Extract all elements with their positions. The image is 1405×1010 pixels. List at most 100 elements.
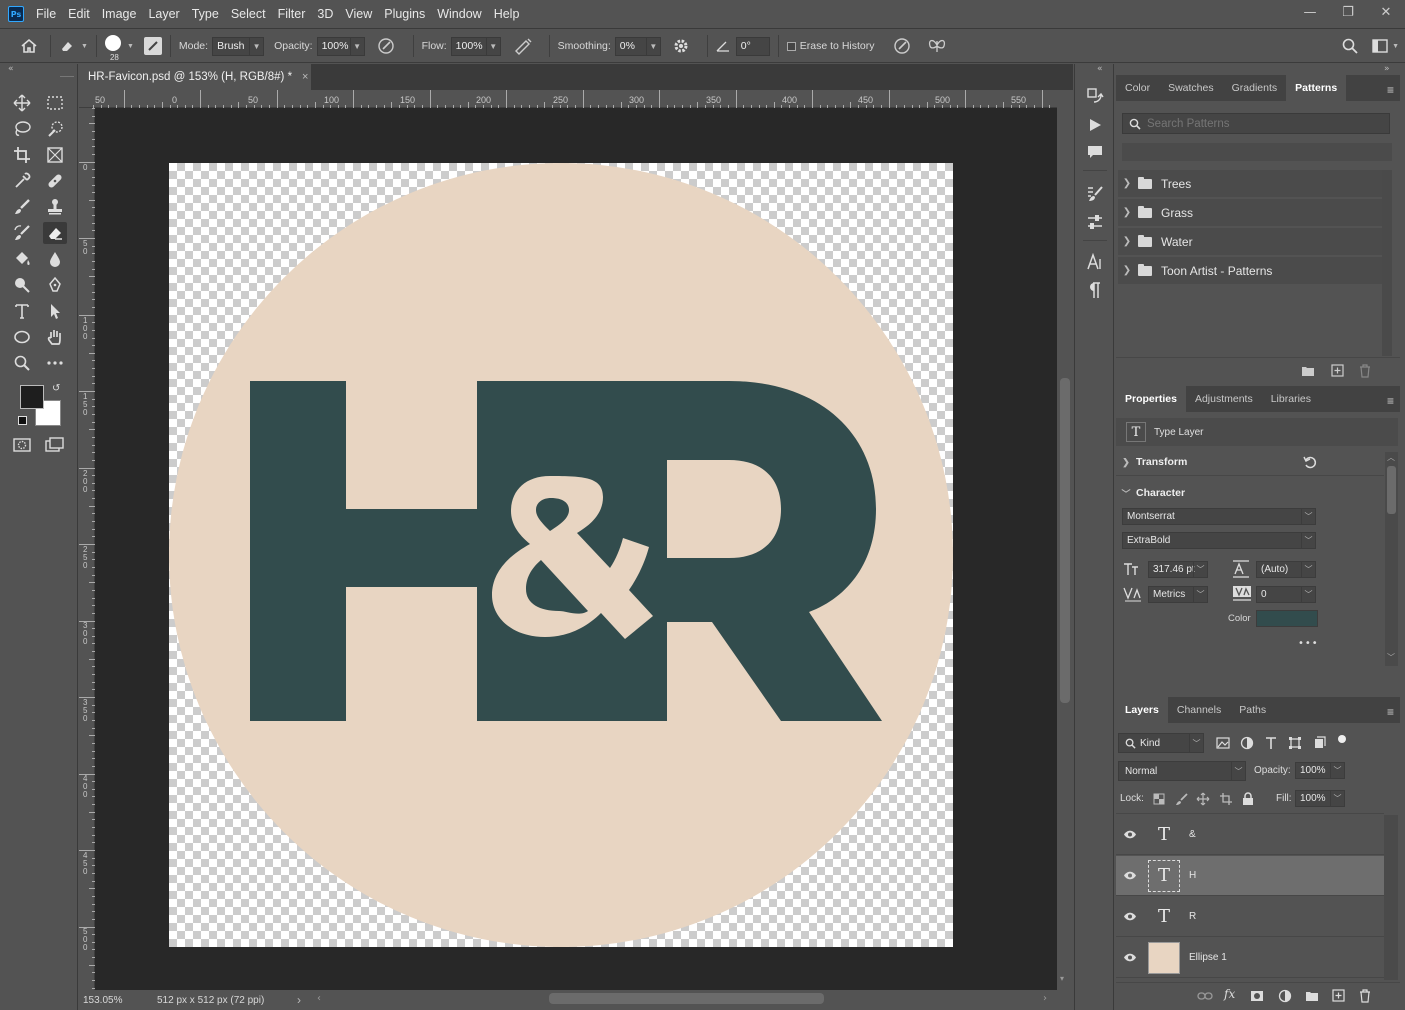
chevron-right-icon[interactable]: ❯ (1118, 178, 1136, 189)
paragraph-panel-icon[interactable] (1085, 280, 1105, 300)
menu-help[interactable]: Help (488, 7, 526, 21)
chevron-right-icon[interactable]: ❯ (1118, 236, 1136, 247)
lock-artboard-icon[interactable] (1219, 792, 1233, 806)
collapse-toolbar-icon[interactable]: « (8, 64, 14, 74)
menu-select[interactable]: Select (225, 7, 272, 21)
panel-menu-icon[interactable]: ≡ (1387, 705, 1394, 719)
scroll-up-arrow-icon[interactable]: ︿ (1387, 452, 1395, 463)
menu-window[interactable]: Window (431, 7, 487, 21)
font-family-select[interactable]: Montserrat ﹀ (1122, 508, 1316, 525)
vertical-ruler[interactable]: 0 5 0 1 0 0 1 5 0 2 0 0 2 5 0 3 0 0 3 5 … (79, 108, 95, 990)
smoothing-dropdown-icon[interactable]: ▼ (646, 36, 661, 56)
zoom-tool-icon[interactable] (10, 352, 34, 374)
mode-dropdown-icon[interactable]: ▼ (250, 36, 265, 56)
scroll-down-arrow-icon[interactable]: ﹀ (1387, 652, 1395, 663)
filter-adjustment-layers-icon[interactable] (1240, 736, 1254, 750)
tab-layers[interactable]: Layers (1116, 697, 1168, 723)
brush-settings-panel-icon[interactable] (1085, 184, 1105, 204)
minimize-button[interactable]: — (1291, 0, 1329, 24)
layers-scrollbar[interactable] (1384, 815, 1398, 980)
visibility-eye-icon[interactable] (1116, 912, 1144, 921)
filter-shape-layers-icon[interactable] (1288, 736, 1302, 750)
screen-mode-icon[interactable] (43, 434, 67, 456)
lock-transparent-pixels-icon[interactable] (1153, 793, 1165, 805)
erase-to-history-checkbox[interactable] (786, 41, 796, 51)
tab-patterns[interactable]: Patterns (1286, 75, 1347, 101)
scroll-right-arrow-icon[interactable]: › (1043, 993, 1047, 1004)
tab-swatches[interactable]: Swatches (1159, 75, 1223, 101)
menu-file[interactable]: File (30, 7, 62, 21)
smoothing-input[interactable]: 0% (614, 36, 647, 56)
document-info[interactable]: 512 px x 512 px (72 ppi) (157, 995, 297, 1006)
transform-section-header[interactable]: ❯ Transform (1116, 449, 1384, 476)
pattern-folder-row[interactable]: ❯ Toon Artist - Patterns (1118, 257, 1382, 285)
layer-row-r[interactable]: T R (1116, 897, 1384, 937)
layer-row-ellipse[interactable]: Ellipse 1 (1116, 938, 1384, 978)
move-tool-icon[interactable] (10, 92, 34, 114)
layer-filter-select[interactable]: Kind ﹀ (1118, 733, 1204, 753)
fill-input[interactable]: 100% ﹀ (1295, 790, 1345, 807)
pen-tool-icon[interactable] (43, 274, 67, 296)
pattern-folder-row[interactable]: ❯ Water (1118, 228, 1382, 256)
scroll-down-arrow-icon[interactable]: ▾ (1060, 974, 1064, 983)
leading-input[interactable]: (Auto) ﹀ (1256, 561, 1316, 578)
chevron-right-icon[interactable]: ❯ (1118, 265, 1136, 276)
hand-tool-icon[interactable] (43, 326, 67, 348)
opacity-input[interactable]: 100% (316, 36, 351, 56)
patterns-scrollbar[interactable] (1382, 170, 1392, 356)
font-size-input[interactable]: 317.46 pt ﹀ (1148, 561, 1208, 578)
tab-paths[interactable]: Paths (1230, 697, 1275, 723)
menu-type[interactable]: Type (186, 7, 225, 21)
menu-view[interactable]: View (339, 7, 378, 21)
pattern-folder-row[interactable]: ❯ Trees (1118, 170, 1382, 198)
layer-row-h[interactable]: T H (1116, 856, 1384, 896)
delete-layer-trash-icon[interactable] (1359, 989, 1371, 1003)
tab-adjustments[interactable]: Adjustments (1186, 386, 1262, 412)
search-icon[interactable] (1342, 38, 1358, 54)
workspace-switcher[interactable]: ▼ (1372, 39, 1399, 53)
lock-position-icon[interactable] (1196, 792, 1210, 806)
character-section-header[interactable]: ﹀ Character (1116, 480, 1384, 506)
status-menu-chevron-icon[interactable]: › (297, 993, 301, 1007)
photoshop-logo-icon[interactable]: Ps (8, 6, 24, 22)
paint-bucket-tool-icon[interactable] (10, 248, 34, 270)
airbrush-icon[interactable] (513, 37, 533, 55)
angle-input[interactable]: 0° (735, 36, 770, 56)
history-panel-icon[interactable] (1085, 86, 1105, 106)
home-icon[interactable] (20, 38, 42, 54)
collapse-dock-icon[interactable]: » (1384, 64, 1390, 74)
eraser-tool-icon[interactable] (43, 222, 67, 244)
visibility-eye-icon[interactable] (1116, 871, 1144, 880)
panel-menu-icon[interactable]: ≡ (1387, 83, 1394, 97)
properties-scrollbar[interactable]: ︿ ﹀ (1385, 452, 1398, 666)
symmetry-butterfly-icon[interactable] (927, 37, 947, 55)
quick-selection-tool-icon[interactable] (43, 118, 67, 140)
tab-properties[interactable]: Properties (1116, 386, 1186, 412)
crop-tool-icon[interactable] (10, 144, 34, 166)
restore-button[interactable]: ❐ (1329, 0, 1367, 24)
tracking-input[interactable]: 0 ﹀ (1256, 586, 1316, 603)
lock-all-icon[interactable] (1242, 792, 1254, 806)
layer-row-ampersand[interactable]: T & (1116, 815, 1384, 855)
foreground-color-swatch[interactable] (20, 385, 44, 409)
new-layer-icon[interactable] (1332, 989, 1345, 1002)
filter-toggle-icon[interactable] (1338, 735, 1346, 743)
menu-edit[interactable]: Edit (62, 7, 96, 21)
flow-input[interactable]: 100% (450, 36, 487, 56)
marquee-tool-icon[interactable] (43, 92, 67, 114)
more-options-icon[interactable]: ••• (1298, 638, 1319, 649)
flow-dropdown-icon[interactable]: ▼ (486, 36, 501, 56)
zoom-level[interactable]: 153.05% (83, 995, 157, 1006)
pattern-folder-row[interactable]: ❯ Grass (1118, 199, 1382, 227)
menu-plugins[interactable]: Plugins (378, 7, 431, 21)
kerning-select[interactable]: Metrics ﹀ (1148, 586, 1208, 603)
document-canvas[interactable] (169, 163, 953, 947)
layer-opacity-input[interactable]: 100% ﹀ (1295, 762, 1345, 779)
more-tools-icon[interactable] (43, 352, 67, 374)
smoothing-settings-gear-icon[interactable] (673, 38, 689, 54)
brushes-panel-icon[interactable] (1085, 212, 1105, 232)
pressure-size-icon[interactable] (893, 37, 911, 55)
panel-menu-icon[interactable]: ≡ (1387, 394, 1394, 408)
close-document-icon[interactable]: × (302, 71, 308, 83)
tab-libraries[interactable]: Libraries (1262, 386, 1320, 412)
